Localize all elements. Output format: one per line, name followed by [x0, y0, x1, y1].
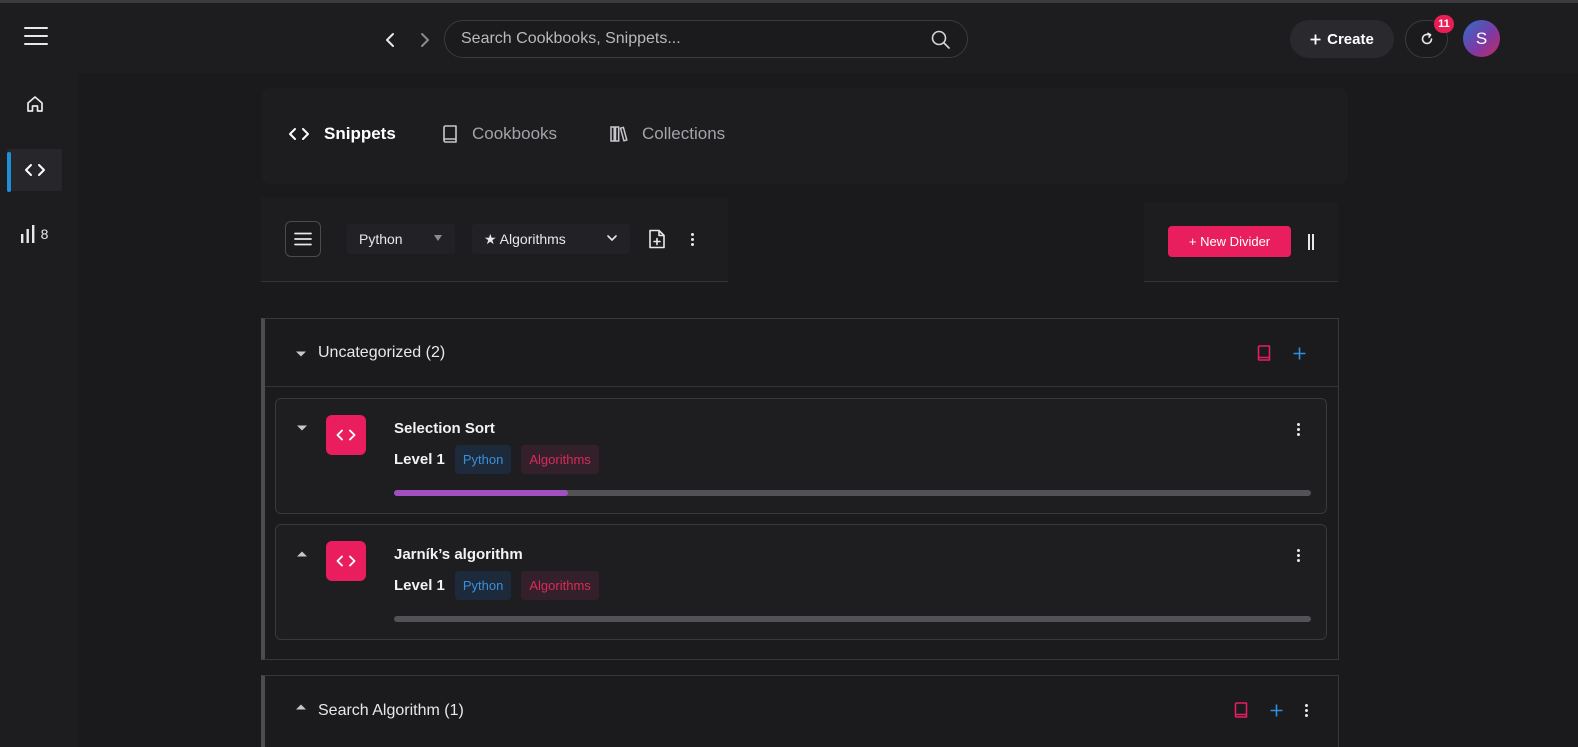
chevron-right-icon: [421, 33, 429, 47]
code-icon: [289, 128, 309, 140]
divider-group-search-algorithm: Search Algorithm (1): [261, 675, 1339, 747]
snippet-title[interactable]: Selection Sort: [394, 420, 495, 437]
refresh-icon: [1421, 32, 1432, 45]
library-icon: [610, 126, 628, 142]
category-tag[interactable]: Algorithms: [521, 571, 599, 600]
language-tag[interactable]: Python: [454, 445, 512, 474]
menu-icon[interactable]: [24, 27, 48, 47]
top-bar: Create 11 S: [0, 3, 1578, 73]
plus-icon: [1270, 704, 1282, 716]
avatar[interactable]: S: [1463, 20, 1500, 57]
file-plus-icon: [649, 229, 665, 249]
sidebar-active-indicator: [7, 152, 11, 192]
category-select[interactable]: ★ Algorithms: [472, 224, 630, 254]
snippet-type-icon: [326, 541, 366, 581]
sidebar-item-stats[interactable]: 8: [7, 213, 62, 255]
code-icon: [336, 555, 356, 567]
group-title: Search Algorithm (1): [318, 702, 464, 719]
list-icon: [294, 232, 312, 246]
group-add-button[interactable]: [1267, 701, 1285, 719]
progress-bar: [394, 490, 1311, 496]
category-select-value: ★ Algorithms: [484, 230, 566, 247]
forward-button[interactable]: [415, 29, 435, 51]
plus-icon: [1293, 347, 1305, 359]
create-button[interactable]: Create: [1290, 20, 1394, 58]
home-icon: [26, 96, 43, 112]
code-icon: [24, 164, 45, 176]
search-input[interactable]: [461, 30, 911, 48]
search-bar: [444, 20, 968, 58]
tabs-panel: Snippets Cookbooks Collections: [262, 88, 1348, 184]
snippet-card[interactable]: Selection Sort Level 1 Python Algorithms: [275, 398, 1327, 514]
new-snippet-button[interactable]: [646, 228, 668, 250]
snippet-level: Level 1: [394, 451, 445, 468]
snippet-level: Level 1: [394, 577, 445, 594]
filter-toolbar: Python ★ Algorithms: [261, 198, 728, 282]
chevron-left-icon: [386, 33, 394, 47]
snippet-type-icon: [326, 415, 366, 455]
code-icon: [336, 429, 356, 441]
back-button[interactable]: [380, 29, 400, 51]
tab-collections[interactable]: Collections: [610, 124, 725, 144]
sidebar-item-home[interactable]: [7, 83, 62, 125]
snippet-meta: Level 1 Python Algorithms: [394, 445, 599, 474]
caret-down-icon: [434, 235, 442, 241]
snippet-meta: Level 1 Python Algorithms: [394, 571, 599, 600]
sidebar-item-snippets[interactable]: [7, 149, 62, 191]
tab-label: Collections: [642, 124, 726, 143]
group-add-button[interactable]: [1290, 344, 1308, 362]
caret-down-icon[interactable]: [295, 349, 307, 359]
snippet-title[interactable]: Jarník’s algorithm: [394, 546, 523, 563]
bar-chart-icon: [20, 225, 34, 243]
group-title: Uncategorized (2): [318, 344, 446, 361]
caret-up-icon[interactable]: [296, 549, 308, 559]
book-icon: [1234, 702, 1248, 718]
group-cookbook-button[interactable]: [1232, 701, 1250, 719]
sidebar: 8: [0, 73, 78, 747]
caret-down-icon[interactable]: [296, 423, 308, 433]
category-tag[interactable]: Algorithms: [521, 445, 599, 474]
tab-label: Cookbooks: [472, 124, 558, 143]
language-select-value: Python: [359, 231, 403, 247]
create-button-label: Create: [1327, 30, 1374, 48]
book-icon: [443, 125, 457, 143]
stats-count: 8: [40, 226, 49, 242]
group-header: Uncategorized (2): [265, 319, 1338, 387]
chevron-down-icon: [607, 235, 617, 241]
drag-handle[interactable]: [1308, 234, 1314, 250]
group-header: Search Algorithm (1): [265, 676, 1338, 744]
tab-snippets[interactable]: Snippets: [288, 124, 396, 144]
filter-more-button[interactable]: [687, 231, 698, 248]
new-divider-button[interactable]: + New Divider: [1168, 226, 1291, 257]
tab-cookbooks[interactable]: Cookbooks: [442, 124, 557, 144]
list-view-button[interactable]: [285, 221, 321, 257]
group-cookbook-button[interactable]: [1255, 344, 1273, 362]
divider-group-uncategorized: Uncategorized (2) Selection Sort Level 1…: [261, 318, 1339, 660]
progress-bar: [394, 616, 1311, 622]
group-more-button[interactable]: [1301, 702, 1312, 719]
snippet-card[interactable]: Jarník’s algorithm Level 1 Python Algori…: [275, 524, 1327, 640]
notification-badge: 11: [1434, 15, 1454, 33]
progress-fill: [394, 490, 569, 496]
plus-icon: [1310, 34, 1321, 44]
snippet-more-button[interactable]: [1293, 547, 1304, 564]
book-icon: [1257, 345, 1271, 361]
language-tag[interactable]: Python: [454, 571, 512, 600]
search-icon[interactable]: [931, 30, 951, 50]
divider-actions: + New Divider: [1144, 202, 1338, 282]
snippet-more-button[interactable]: [1293, 421, 1304, 438]
tab-label: Snippets: [324, 124, 396, 143]
caret-up-icon[interactable]: [295, 702, 307, 712]
language-select[interactable]: Python: [347, 224, 455, 254]
